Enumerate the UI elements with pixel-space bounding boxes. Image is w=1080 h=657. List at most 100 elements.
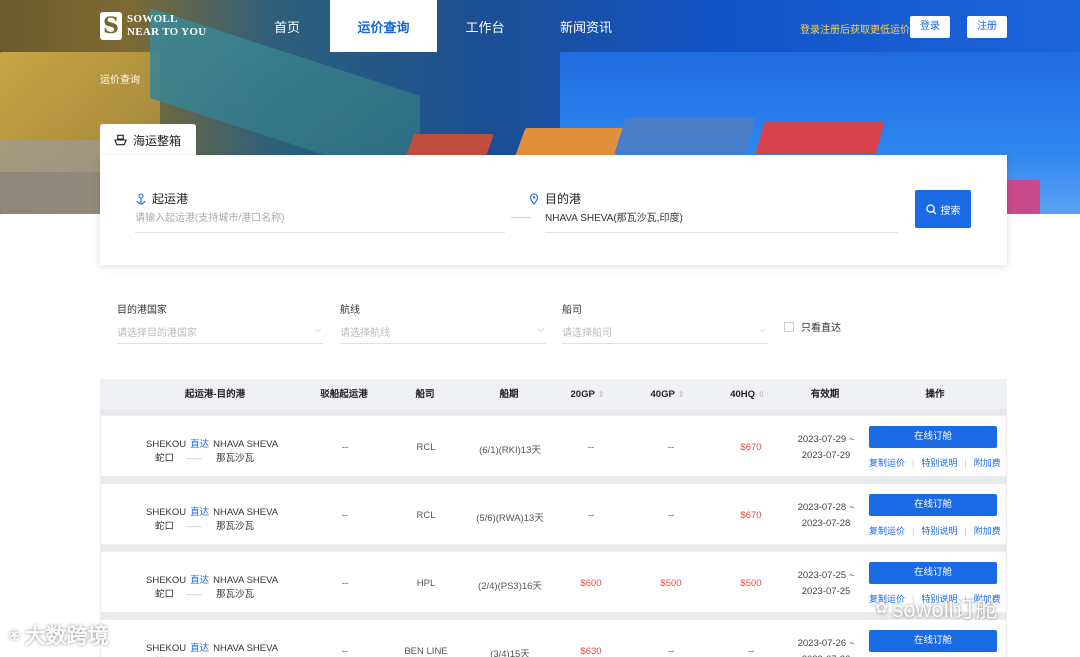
pod-en: NHAVA SHEVA <box>213 439 279 450</box>
pod-en: NHAVA SHEVA <box>213 643 279 654</box>
copy-rate-link[interactable]: 复制运价 <box>869 458 905 468</box>
valid-to: 2023-07-25 <box>801 586 851 597</box>
book-online-button[interactable]: 在线订舱 <box>869 426 997 448</box>
chevron-down-icon: ⌵ <box>537 324 544 334</box>
register-button[interactable]: 注册 <box>967 16 1007 38</box>
valid-from: 2023-07-25 ~ <box>797 570 855 581</box>
validity: 2023-07-25 ~ 2023-07-25 <box>787 568 865 600</box>
special-notes-link[interactable]: 特别说明 <box>921 458 957 468</box>
book-online-button[interactable]: 在线订舱 <box>869 562 997 584</box>
filter-route: 航线 请选择航线 ⌵ <box>340 301 546 344</box>
direct-tag: 直达 <box>190 507 210 518</box>
dest-label: 目的港 <box>528 190 581 207</box>
book-online-button[interactable]: 在线订舱 <box>869 630 997 652</box>
schedule: (6/1)(RKI)13天 <box>479 445 541 456</box>
sort-icon[interactable]: ⇕ <box>758 390 765 399</box>
sort-icon[interactable]: ⇕ <box>598 390 605 399</box>
th-20gp[interactable]: 20GP ⇕ <box>555 379 620 411</box>
brand-logo[interactable]: S SOWOLL NEAR TO YOU <box>100 12 207 40</box>
table-row: SHEKOU 直达 NHAVA SHEVA 蛇口 —— 那瓦沙瓦 -- HPL (2/4… <box>100 551 1007 613</box>
price-40gp: -- <box>667 510 675 521</box>
price-40gp: $500 <box>660 578 682 589</box>
barge-port: -- <box>341 578 349 589</box>
origin-input[interactable]: 请输入起运港(支持城市/港口名称) <box>135 209 505 233</box>
nav-rate-query[interactable]: 运价查询 <box>330 0 437 52</box>
route-arrow: —— <box>511 212 531 223</box>
login-tip[interactable]: 登录注册后获取更低运价 <box>800 21 910 36</box>
filter-carrier-label: 船司 <box>562 305 582 316</box>
filter-country-label: 目的港国家 <box>117 305 167 316</box>
route-ports: SHEKOU 直达 NHAVA SHEVA <box>146 640 278 654</box>
filter-country-select[interactable]: 请选择目的港国家 ⌵ <box>117 324 323 344</box>
book-online-button[interactable]: 在线订舱 <box>869 494 997 516</box>
sort-icon[interactable]: ⇕ <box>678 390 685 399</box>
barge-port: -- <box>341 442 349 453</box>
top-nav: S SOWOLL NEAR TO YOU 首页 运价查询 工作台 新闻资讯 登录… <box>0 0 1080 52</box>
pol-en: SHEKOU <box>146 439 187 450</box>
login-button[interactable]: 登录 <box>910 16 950 38</box>
nav-home[interactable]: 首页 <box>257 0 317 52</box>
filter-route-label: 航线 <box>340 305 360 316</box>
filter-carrier-select[interactable]: 请选择船司 ⌵ <box>562 324 768 344</box>
watermark-logo-icon: ❀ <box>8 627 21 644</box>
dest-input[interactable]: NHAVA SHEVA(那瓦沙瓦,印度) <box>545 209 898 233</box>
route-arrow: —— <box>186 590 203 599</box>
direct-only-checkbox[interactable]: 只看直达 <box>784 319 841 334</box>
route-ports-cn: 蛇口 —— 那瓦沙瓦 <box>155 518 254 532</box>
chevron-down-icon: ⌵ <box>314 324 321 334</box>
tab-label: 海运整箱 <box>133 133 182 148</box>
validity: 2023-07-29 ~ 2023-07-29 <box>787 432 865 464</box>
pol-en: SHEKOU <box>146 643 187 654</box>
schedule: (5/6)(RWA)13天 <box>476 513 544 524</box>
copy-rate-link[interactable]: 复制运价 <box>869 526 905 536</box>
direct-tag: 直达 <box>190 575 210 586</box>
search-icon <box>925 203 936 214</box>
special-notes-link[interactable]: 特别说明 <box>921 526 957 536</box>
route-arrow: —— <box>186 522 203 531</box>
origin-label: 起运港 <box>135 190 188 207</box>
pod-en: NHAVA SHEVA <box>213 507 279 518</box>
th-barge: 驳船起运港 <box>320 389 368 400</box>
brand-line1: SOWOLL <box>127 13 178 25</box>
ship-icon <box>114 134 127 146</box>
th-40hq[interactable]: 40HQ ⇕ <box>715 379 780 411</box>
breadcrumb: 运价查询 <box>100 75 140 86</box>
surcharge-link[interactable]: 附加费 <box>974 526 1001 536</box>
search-button[interactable]: 搜索 <box>915 190 971 228</box>
table-header: 起运港-目的港 驳船起运港 船司 船期 20GP ⇕ 40GP ⇕ 40HQ ⇕ 有效… <box>100 379 1007 411</box>
brand-line2: NEAR TO YOU <box>127 26 207 38</box>
direct-only-label: 只看直达 <box>801 323 841 334</box>
wechat-icon: ✿ <box>875 600 889 617</box>
filter-carrier: 船司 请选择船司 ⌵ <box>562 301 768 344</box>
checkbox-box[interactable] <box>784 321 794 332</box>
logo-mark-icon: S <box>100 12 122 40</box>
valid-to: 2023-07-28 <box>801 518 851 529</box>
pol-en: SHEKOU <box>146 575 187 586</box>
surcharge-link[interactable]: 附加费 <box>974 458 1001 468</box>
barge-port: -- <box>341 646 349 657</box>
price-20gp: -- <box>587 510 595 521</box>
search-card: 起运港 请输入起运港(支持城市/港口名称) —— 目的港 NHAVA SHEVA… <box>100 155 1007 265</box>
nav-news[interactable]: 新闻资讯 <box>554 0 618 52</box>
th-40gp[interactable]: 40GP ⇕ <box>635 379 700 411</box>
pol-en: SHEKOU <box>146 507 187 518</box>
row-links: 复制运价 | 特别说明 | 附加费 <box>869 526 1001 536</box>
barge-port: -- <box>341 510 349 521</box>
price-40gp: -- <box>667 646 675 657</box>
route-ports: SHEKOU 直达 NHAVA SHEVA <box>146 504 278 518</box>
schedule: (2/4)(PS3)16天 <box>478 581 542 592</box>
price-20gp: -- <box>587 442 595 453</box>
watermark-left: ❀ 大数跨境 <box>8 625 109 648</box>
carrier: RCL <box>416 510 436 521</box>
filter-route-select[interactable]: 请选择航线 ⌵ <box>340 324 546 344</box>
tab-fcl[interactable]: 海运整箱 <box>100 124 196 156</box>
chevron-down-icon: ⌵ <box>759 324 766 334</box>
valid-from: 2023-07-29 ~ <box>797 434 855 445</box>
nav-workbench[interactable]: 工作台 <box>453 0 517 52</box>
price-20gp: $600 <box>580 578 602 589</box>
validity: 2023-07-28 ~ 2023-07-28 <box>787 500 865 532</box>
pol-cn: 蛇口 <box>155 589 175 600</box>
route-ports-cn: 蛇口 —— 那瓦沙瓦 <box>155 450 254 464</box>
direct-tag: 直达 <box>190 643 210 654</box>
table-row: SHEKOU直达NHAVA SHEVA 蛇口——那瓦沙瓦 -- BEN LINE… <box>100 619 1007 657</box>
